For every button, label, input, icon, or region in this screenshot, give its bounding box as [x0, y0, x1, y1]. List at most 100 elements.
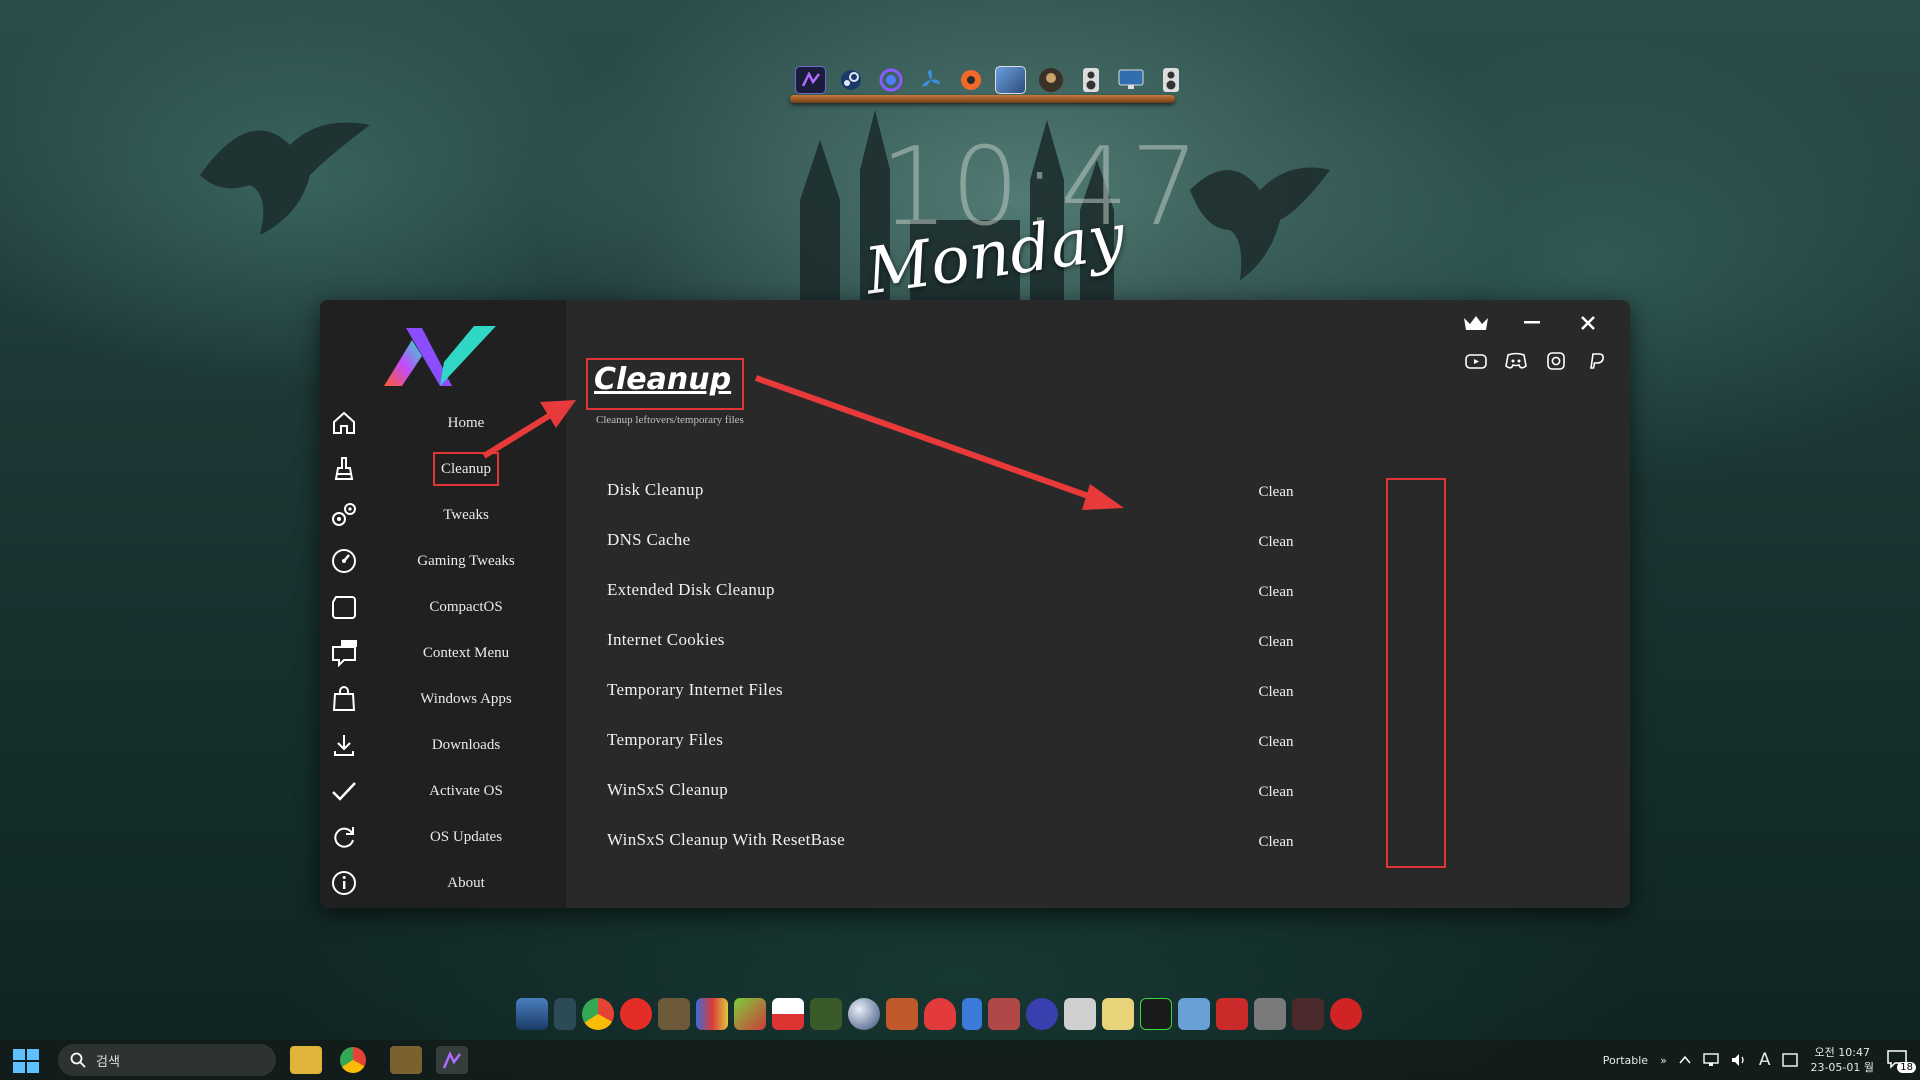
sidebar-item-label: Downloads	[431, 737, 501, 753]
sidebar-item-label: OS Updates	[429, 829, 503, 845]
avatar-icon[interactable]	[1035, 66, 1066, 94]
chrome-icon[interactable]	[340, 1047, 366, 1073]
dragon-left	[200, 122, 370, 235]
monitor-icon[interactable]	[1115, 66, 1146, 94]
new-comment-icon	[332, 640, 357, 667]
crown-icon[interactable]	[1462, 312, 1490, 334]
sidebar-item-os-updates[interactable]: OS Updates	[320, 819, 566, 855]
tractor-icon[interactable]	[810, 998, 842, 1030]
main-content: Cleanup Cleanup leftovers/temporary file…	[566, 300, 1630, 908]
text-game-icon[interactable]	[1140, 998, 1172, 1030]
atlas-icon[interactable]	[795, 66, 826, 94]
orange-circle-icon[interactable]	[955, 66, 986, 94]
heart-icon[interactable]	[924, 998, 956, 1030]
network-icon[interactable]	[1703, 1053, 1719, 1067]
steam-icon[interactable]	[835, 66, 866, 94]
sidebar-item-about[interactable]: About	[320, 865, 566, 901]
portable-label[interactable]: Portable	[1603, 1054, 1648, 1067]
clean-button[interactable]: Clean	[1256, 480, 1296, 504]
search-placeholder: 검색	[96, 1054, 120, 1070]
clean-button[interactable]: Clean	[1256, 630, 1296, 654]
dragon-right	[1190, 167, 1330, 280]
instagram-icon[interactable]	[1544, 352, 1568, 370]
minimize-icon[interactable]	[1518, 312, 1546, 334]
item-label: WinSxS Cleanup	[607, 780, 729, 799]
close-icon[interactable]	[1574, 312, 1602, 334]
fan-icon[interactable]	[915, 66, 946, 94]
arcade-icon[interactable]	[1178, 998, 1210, 1030]
tools-icon[interactable]	[1254, 998, 1286, 1030]
item-label: Extended Disk Cleanup	[607, 580, 775, 599]
computer-icon[interactable]	[516, 998, 548, 1030]
home-icon	[333, 411, 355, 434]
broom-icon	[334, 457, 354, 480]
notes-icon[interactable]	[390, 1046, 422, 1074]
clean-button[interactable]: Clean	[1256, 530, 1296, 554]
clean-button[interactable]: Clean	[1256, 830, 1296, 854]
sidebar-item-windows-apps[interactable]: Windows Apps	[320, 681, 566, 717]
youtube-icon[interactable]	[1464, 352, 1488, 370]
sidebar-item-label: Context Menu	[422, 645, 510, 661]
sidebar-item-home[interactable]: Home	[320, 405, 566, 441]
chevron-up-icon[interactable]	[1679, 1055, 1691, 1065]
notification-count: 18	[1897, 1062, 1916, 1073]
taskbar-search[interactable]: 검색	[58, 1044, 276, 1076]
orb-icon[interactable]	[875, 66, 906, 94]
sidebar-item-activate-os[interactable]: Activate OS	[320, 773, 566, 809]
usb-icon[interactable]	[962, 998, 982, 1030]
discord-icon[interactable]	[1504, 352, 1528, 370]
game-tile-icon[interactable]	[995, 66, 1026, 94]
youtube-icon[interactable]	[620, 998, 652, 1030]
sphere-icon[interactable]	[848, 998, 880, 1030]
list-item: Internet Cookies Clean	[566, 624, 1386, 664]
sidebar-item-downloads[interactable]: Downloads	[320, 727, 566, 763]
sidebar-item-gaming-tweaks[interactable]: Gaming Tweaks	[320, 543, 566, 579]
sidebar-item-compactos[interactable]: CompactOS	[320, 589, 566, 625]
sidebar-item-context-menu[interactable]: Context Menu	[320, 635, 566, 671]
speaker-icon[interactable]	[1155, 66, 1186, 94]
item-label: Disk Cleanup	[607, 480, 704, 499]
bag-icon	[332, 686, 356, 711]
dock-shelf	[790, 95, 1175, 103]
character-icon[interactable]	[988, 998, 1020, 1030]
settings-icon[interactable]	[1330, 998, 1362, 1030]
atlas-app-icon[interactable]	[436, 1046, 468, 1074]
joystick-icon[interactable]	[1292, 998, 1324, 1030]
game-icon[interactable]	[658, 998, 690, 1030]
clean-button[interactable]: Clean	[1256, 730, 1296, 754]
volume-icon[interactable]	[1731, 1053, 1747, 1067]
keyboard-icon[interactable]	[1782, 1052, 1799, 1068]
taskbar-clock[interactable]: 오전 10:47 23-05-01 월	[1810, 1045, 1874, 1075]
file-explorer-icon[interactable]	[290, 1046, 322, 1074]
download-icon	[334, 735, 354, 756]
chrome-icon[interactable]	[582, 998, 614, 1030]
drive-icon	[332, 596, 356, 619]
clean-button[interactable]: Clean	[1256, 780, 1296, 804]
paypal-icon[interactable]	[1584, 352, 1608, 370]
map-icon[interactable]	[1102, 998, 1134, 1030]
speaker-icon[interactable]	[1075, 66, 1106, 94]
notification-icon[interactable]: 18	[1886, 1049, 1916, 1073]
flag-icon[interactable]	[772, 998, 804, 1030]
recycle-bin-icon[interactable]	[554, 998, 576, 1030]
list-item: Extended Disk Cleanup Clean	[566, 574, 1386, 614]
sidebar-item-label: Activate OS	[429, 783, 503, 799]
ime-indicator[interactable]: A	[1759, 1050, 1771, 1070]
overflow-chevron[interactable]: »	[1660, 1054, 1667, 1067]
virus-icon[interactable]	[1026, 998, 1058, 1030]
tetris-icon[interactable]	[696, 998, 728, 1030]
feather-icon[interactable]	[1064, 998, 1096, 1030]
app-logo	[384, 326, 496, 386]
window-controls	[1462, 312, 1602, 334]
clean-button[interactable]: Clean	[1256, 680, 1296, 704]
sidebar-item-label: About	[447, 875, 485, 891]
clean-button[interactable]: Clean	[1256, 580, 1296, 604]
cube-icon[interactable]	[886, 998, 918, 1030]
sidebar-item-tweaks[interactable]: Tweaks	[320, 497, 566, 533]
tiles-icon[interactable]	[734, 998, 766, 1030]
flash-icon[interactable]	[1216, 998, 1248, 1030]
item-label: Internet Cookies	[607, 630, 725, 649]
sidebar-item-label: CompactOS	[429, 599, 503, 615]
sidebar-item-cleanup[interactable]: Cleanup	[320, 451, 566, 487]
windows-start-icon[interactable]	[12, 1048, 40, 1074]
